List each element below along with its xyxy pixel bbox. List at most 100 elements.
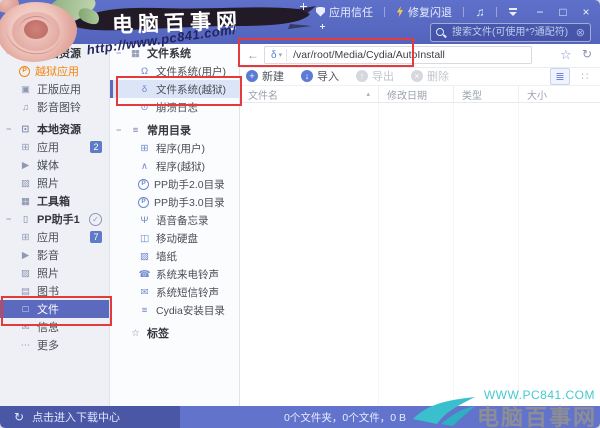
tree-item-pp2-dir-label: PP助手2.0目录 — [154, 178, 225, 191]
globe-icon: ◎ — [21, 47, 30, 59]
sidebar-item-network-resources[interactable]: − ◎ 网络资源 — [0, 44, 109, 62]
tree-item-sms-ringtones[interactable]: ✉ 系统短信铃声 — [110, 283, 239, 301]
titlebar-theme-button[interactable] — [505, 5, 521, 19]
refresh-icon[interactable]: ↻ — [582, 47, 592, 61]
clear-search-icon[interactable]: ⊗ — [576, 26, 585, 39]
sidebar-item-device-photos[interactable]: ▨ 照片 — [0, 264, 109, 282]
titlebar-separator — [384, 6, 385, 17]
sidebar-item-device-books[interactable]: ▤ 图书 — [0, 282, 109, 300]
tree-item-pp2-dir[interactable]: P PP助手2.0目录 — [110, 175, 239, 193]
collapse-icon[interactable]: − — [110, 48, 129, 58]
favorite-star-icon[interactable]: ☆ — [560, 47, 572, 63]
pp-circle-icon: P — [138, 196, 149, 208]
sidebar-item-device-pp1-label: PP助手1 — [37, 214, 80, 226]
maximize-button[interactable]: □ — [555, 5, 571, 19]
tree-item-external-disk[interactable]: ◫ 移动硬盘 — [110, 229, 239, 247]
grid-view-button[interactable]: ∷ — [576, 69, 594, 84]
sidebar-item-local-media[interactable]: ▶ 媒体 — [0, 156, 109, 174]
column-header-1[interactable]: 文件名 ▴ — [240, 86, 378, 102]
toolbox-icon: ▦ — [21, 195, 30, 207]
column-label: 文件名 — [248, 90, 278, 102]
search-input[interactable] — [450, 26, 573, 39]
collapse-icon[interactable]: − — [0, 124, 19, 134]
download-center-button[interactable]: ↻ 点击进入下载中心 — [0, 406, 180, 428]
address-path[interactable]: /var/root/Media/Cydia/AutoInstall — [293, 49, 531, 61]
sidebar-item-device-more-label: 更多 — [37, 340, 59, 352]
tree-item-fs-user[interactable]: Ω 文件系统(用户) — [110, 62, 239, 80]
toolbar-import-button[interactable]: ↓ 导入 — [301, 68, 339, 84]
music-icon: ♫ — [21, 101, 30, 113]
download-icon: ↻ — [14, 410, 25, 424]
sidebar-item-local-apps-label: 应用 — [37, 142, 59, 154]
tree-item-call-ringtones-label: 系统来电铃声 — [156, 268, 219, 281]
sidebar-item-device-pp1[interactable]: − ▯ PP助手1 ✓ — [0, 210, 109, 228]
search-box[interactable]: ⊗ — [430, 23, 591, 42]
sidebar-item-device-media[interactable]: ▶ 影音 — [0, 246, 109, 264]
tree-item-common-dirs[interactable]: − ≡ 常用目录 — [110, 121, 239, 139]
sidebar-item-media-ringtones[interactable]: ♫ 影音图铃 — [0, 98, 109, 116]
toolbar-new-button[interactable]: + 新建 — [246, 68, 284, 84]
tree-item-fs-jailbreak-label: 文件系统(越狱) — [156, 83, 226, 96]
apps-grid-icon: ⊞ — [21, 141, 30, 153]
toolbar-delete-label: 删除 — [427, 71, 449, 83]
tree-item-file-system[interactable]: − ▦ 文件系统 — [110, 44, 239, 62]
app-window: 应用信任修复闪退♫−□× ⊗ −◎网络资源P越狱应用▣正版应用♫影音图铃−⊡本地… — [0, 0, 600, 428]
message-icon: ✉ — [21, 321, 30, 333]
column-separator — [453, 103, 454, 406]
column-header-3[interactable]: 类型 — [453, 86, 518, 102]
titlebar-separator — [496, 6, 497, 17]
photo-icon: ▨ — [21, 267, 30, 279]
sidebar-item-local-photos-label: 照片 — [37, 178, 59, 190]
file-toolbar: + 新建 ↓ 导入 ↑ 导出 × 删除 ≣ ∷ — [240, 67, 600, 86]
sidebar-item-device-more[interactable]: ⋯ 更多 — [0, 336, 109, 354]
sidebar-item-genuine-apps[interactable]: ▣ 正版应用 — [0, 80, 109, 98]
tree-item-voice-memos-label: 语音备忘录 — [156, 214, 209, 227]
close-button[interactable]: × — [578, 5, 594, 19]
titlebar-app-trust-label: 应用信任 — [329, 6, 373, 19]
column-header-2[interactable]: 修改日期 — [378, 86, 453, 102]
toolbar-export-button: ↑ 导出 — [356, 68, 394, 84]
tree-item-wallpapers-label: 墙纸 — [156, 250, 177, 263]
tree-item-external-disk-label: 移动硬盘 — [156, 232, 198, 245]
collapse-icon[interactable]: − — [110, 125, 129, 135]
column-label: 大小 — [527, 90, 547, 102]
pp-circle-icon: P — [19, 65, 30, 77]
tree-item-programs-user[interactable]: ⊞ 程序(用户) — [110, 139, 239, 157]
address-divider — [286, 49, 288, 61]
titlebar-fix-crash-label: 修复闪退 — [408, 6, 452, 19]
sidebar-item-local-photos[interactable]: ▨ 照片 — [0, 174, 109, 192]
titlebar-app-trust-button[interactable]: 应用信任 — [316, 4, 373, 20]
collapse-icon[interactable]: − — [0, 48, 19, 58]
sidebar-item-local-resources[interactable]: − ⊡ 本地资源 — [0, 120, 109, 138]
list-icon: ≡ — [132, 124, 139, 136]
sidebar-item-device-books-label: 图书 — [37, 286, 59, 298]
titlebar-fix-crash-button[interactable]: 修复闪退 — [396, 4, 452, 20]
photo-icon: ▨ — [21, 177, 30, 189]
address-bar[interactable]: δ ▾ /var/root/Media/Cydia/AutoInstall — [264, 46, 532, 64]
sidebar-item-device-messages[interactable]: ✉ 信息 — [0, 318, 109, 336]
tree-item-cydia-install-dir[interactable]: ≡ Cydia安装目录 — [110, 301, 239, 319]
list-view-button[interactable]: ≣ — [550, 67, 570, 85]
column-header-4[interactable]: 大小 — [518, 86, 600, 102]
tree-item-tags[interactable]: ☆ 标签 — [110, 324, 239, 342]
tree-item-pp3-dir[interactable]: P PP助手3.0目录 — [110, 193, 239, 211]
sidebar-item-toolbox[interactable]: ▦ 工具箱 — [0, 192, 109, 210]
tree-item-voice-memos[interactable]: Ψ 语音备忘录 — [110, 211, 239, 229]
tree-item-wallpapers[interactable]: ▨ 墙纸 — [110, 247, 239, 265]
back-button[interactable]: ← — [245, 47, 261, 63]
address-dropdown-caret[interactable]: ▾ — [279, 51, 283, 59]
tree-item-crash-logs[interactable]: ⊙ 崩溃日志 — [110, 98, 239, 116]
folder-grid-icon: ▦ — [131, 47, 140, 59]
collapse-icon[interactable]: − — [0, 214, 19, 224]
tree-item-programs-jailbreak[interactable]: ∧ 程序(越狱) — [110, 157, 239, 175]
minimize-button[interactable]: − — [532, 5, 548, 19]
sidebar-item-local-apps[interactable]: ⊞ 应用 2 — [0, 138, 109, 156]
sidebar-item-device-apps[interactable]: ⊞ 应用 7 — [0, 228, 109, 246]
badge-count: 2 — [90, 141, 102, 153]
tree-item-call-ringtones[interactable]: ☎ 系统来电铃声 — [110, 265, 239, 283]
sidebar-item-device-files[interactable]: □ 文件 — [0, 300, 109, 318]
tree-item-fs-jailbreak[interactable]: δ 文件系统(越狱) — [110, 80, 239, 98]
titlebar: 应用信任 修复闪退 ♫ −□ × ⊗ — [0, 0, 600, 44]
sidebar-item-jailbreak-apps[interactable]: P 越狱应用 — [0, 62, 109, 80]
titlebar-music-button[interactable]: ♫ — [472, 5, 488, 19]
